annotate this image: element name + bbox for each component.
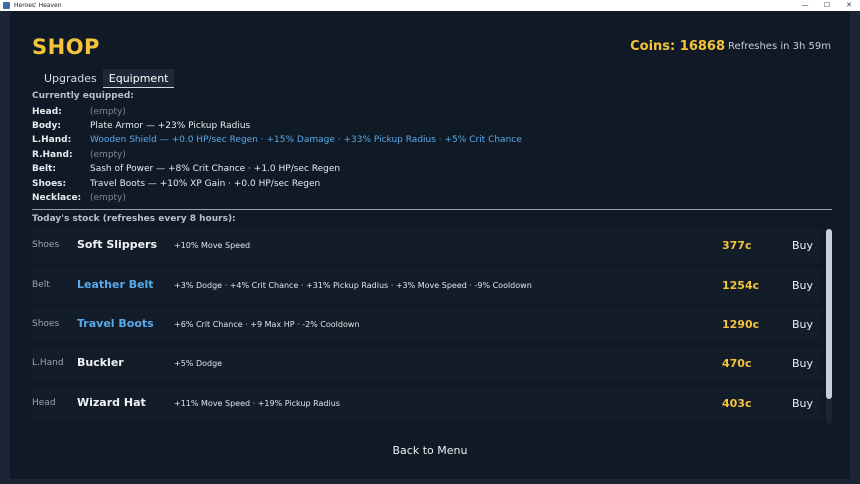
stock-item: Shoes Travel Boots +6% Crit Chance · +9 … bbox=[32, 308, 822, 342]
equipped-slot-lhand: L.Hand: Wooden Shield — +0.0 HP/sec Rege… bbox=[32, 133, 522, 147]
item-category: Shoes bbox=[32, 240, 60, 250]
item-stats: +11% Move Speed · +19% Pickup Radius bbox=[174, 399, 340, 408]
item-price: 377c bbox=[722, 239, 752, 252]
page-title: SHOP bbox=[32, 35, 100, 59]
item-category: L.Hand bbox=[32, 358, 64, 368]
shop-tabs: Upgrades Equipment bbox=[38, 69, 175, 88]
equipped-slot-rhand: R.Hand: (empty) bbox=[32, 148, 126, 162]
equipped-slot-body: Body: Plate Armor — +23% Pickup Radius bbox=[32, 119, 250, 133]
item-name: Travel Boots bbox=[77, 317, 154, 330]
window-titlebar: Heroes' Heaven — ☐ ✕ bbox=[0, 0, 860, 11]
app-icon bbox=[3, 2, 10, 9]
slot-value: (empty) bbox=[90, 107, 126, 117]
equipped-slot-shoes: Shoes: Travel Boots — +10% XP Gain · +0.… bbox=[32, 177, 320, 191]
buy-button[interactable]: Buy bbox=[792, 357, 813, 370]
slot-label: Necklace: bbox=[32, 193, 82, 203]
slot-label: Shoes: bbox=[32, 179, 67, 189]
item-category: Shoes bbox=[32, 319, 60, 329]
item-name: Leather Belt bbox=[77, 278, 154, 291]
stock-item: Belt Leather Belt +3% Dodge · +4% Crit C… bbox=[32, 269, 822, 303]
coins-counter: Coins: 16868 bbox=[630, 39, 725, 54]
slot-label: Body: bbox=[32, 121, 61, 131]
buy-button[interactable]: Buy bbox=[792, 397, 813, 410]
item-price: 403c bbox=[722, 397, 752, 410]
equipped-slot-head: Head: (empty) bbox=[32, 105, 126, 119]
slot-label: Belt: bbox=[32, 164, 56, 174]
slot-label: R.Hand: bbox=[32, 150, 73, 160]
buy-button[interactable]: Buy bbox=[792, 239, 813, 252]
item-category: Belt bbox=[32, 280, 50, 290]
slot-value: Wooden Shield — +0.0 HP/sec Regen · +15%… bbox=[90, 135, 522, 145]
slot-value: (empty) bbox=[90, 193, 126, 203]
tab-equipment[interactable]: Equipment bbox=[102, 69, 175, 88]
item-name: Buckler bbox=[77, 356, 124, 369]
equipped-slot-necklace: Necklace: (empty) bbox=[32, 191, 126, 205]
buy-button[interactable]: Buy bbox=[792, 279, 813, 292]
tab-upgrades[interactable]: Upgrades bbox=[38, 69, 103, 88]
item-price: 470c bbox=[722, 357, 752, 370]
slot-label: L.Hand: bbox=[32, 135, 72, 145]
maximize-button[interactable]: ☐ bbox=[816, 0, 838, 11]
item-stats: +10% Move Speed bbox=[174, 241, 251, 250]
slot-value: Sash of Power — +8% Crit Chance · +1.0 H… bbox=[90, 164, 341, 174]
item-name: Wizard Hat bbox=[77, 396, 146, 409]
slot-value: Plate Armor — +23% Pickup Radius bbox=[90, 121, 251, 131]
shop-panel: SHOP Coins: 16868 Refreshes in 3h 59m Up… bbox=[10, 11, 850, 479]
slot-value: (empty) bbox=[90, 150, 126, 160]
section-divider bbox=[32, 209, 832, 210]
minimize-button[interactable]: — bbox=[794, 0, 816, 11]
stock-item: Shoes Soft Slippers +10% Move Speed 377c… bbox=[32, 229, 822, 263]
refresh-timer: Refreshes in 3h 59m bbox=[728, 41, 831, 52]
item-stats: +6% Crit Chance · +9 Max HP · -2% Cooldo… bbox=[174, 320, 360, 329]
stock-header: Today's stock (refreshes every 8 hours): bbox=[32, 214, 236, 224]
equipped-header: Currently equipped: bbox=[32, 91, 134, 101]
window-controls: — ☐ ✕ bbox=[794, 0, 860, 11]
item-price: 1254c bbox=[722, 279, 760, 292]
back-to-menu-button[interactable]: Back to Menu bbox=[380, 440, 480, 462]
stock-scrollbar[interactable] bbox=[826, 229, 832, 424]
equipped-slot-belt: Belt: Sash of Power — +8% Crit Chance · … bbox=[32, 162, 340, 176]
item-name: Soft Slippers bbox=[77, 238, 157, 251]
item-price: 1290c bbox=[722, 318, 760, 331]
stock-list: Shoes Soft Slippers +10% Move Speed 377c… bbox=[32, 229, 822, 434]
slot-value: Travel Boots — +10% XP Gain · +0.0 HP/se… bbox=[90, 179, 321, 189]
close-button[interactable]: ✕ bbox=[838, 0, 860, 11]
scrollbar-thumb[interactable] bbox=[826, 229, 832, 399]
item-stats: +3% Dodge · +4% Crit Chance · +31% Picku… bbox=[174, 281, 532, 290]
buy-button[interactable]: Buy bbox=[792, 318, 813, 331]
window-title: Heroes' Heaven bbox=[14, 2, 62, 9]
stock-item: Head Wizard Hat +11% Move Speed · +19% P… bbox=[32, 387, 822, 421]
slot-label: Head: bbox=[32, 107, 62, 117]
item-category: Head bbox=[32, 398, 56, 408]
stock-item: L.Hand Buckler +5% Dodge 470c Buy bbox=[32, 347, 822, 381]
item-stats: +5% Dodge bbox=[174, 359, 223, 368]
